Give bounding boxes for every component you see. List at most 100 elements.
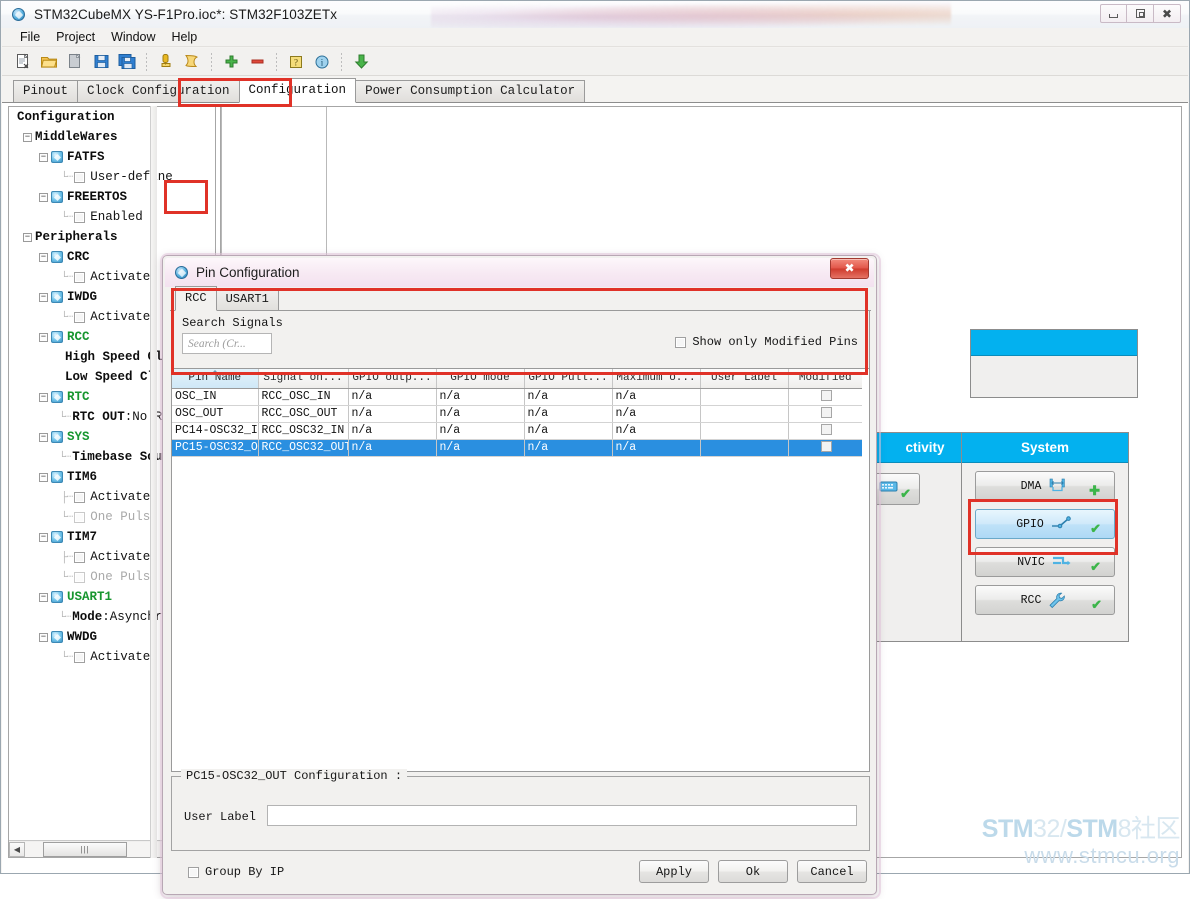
scroll-thumb[interactable]: ||| [43,841,127,857]
pins-table-container[interactable]: Pin Name Signal on... GPIO outp... GPIO … [171,368,870,772]
tree-item-fatfs-userdefined[interactable]: └┈ User-define [9,167,215,187]
ip-button-dma[interactable]: DMA ✚ [975,471,1115,501]
cell-user-label[interactable] [700,388,789,406]
show-only-modified-pins-row[interactable]: Show only Modified Pins [675,335,858,349]
tab-pinout[interactable]: Pinout [13,80,79,102]
cell-user-label[interactable] [700,422,789,440]
generate-report-icon[interactable] [155,51,177,73]
expander-icon[interactable]: − [39,532,48,542]
cell-modified[interactable] [788,422,862,440]
checkbox-modified[interactable] [821,390,833,402]
tree-item-freertos-enabled[interactable]: └┈ Enabled [9,207,215,227]
tree-item-freertos[interactable]: − FREERTOS [9,187,215,207]
column-header-gpio-output[interactable]: GPIO outp... [348,369,437,389]
ip-button-rcc[interactable]: RCC ✔ [975,585,1115,615]
menu-item-help[interactable]: Help [164,29,206,45]
tree-item-middlewares[interactable]: − MiddleWares [9,127,215,147]
table-row[interactable]: OSC_IN RCC_OSC_IN n/a n/a n/a n/a [172,388,862,406]
cell-user-label[interactable] [700,439,789,457]
about-icon[interactable]: i [311,51,333,73]
search-input[interactable]: Search (Cr... [182,333,272,354]
column-header-maximum-output[interactable]: Maximum o... [612,369,701,389]
expander-icon[interactable]: − [23,232,32,242]
open-project-icon[interactable] [38,51,60,73]
checkbox-group-by-ip[interactable] [188,866,199,878]
checkbox-enabled[interactable] [74,211,86,223]
column-label: Maximum o... [616,372,696,385]
expander-icon[interactable]: − [23,132,32,142]
expander-icon[interactable]: − [39,252,48,262]
table-row[interactable]: PC15-OSC32_OUT RCC_OSC32_OUT n/a n/a n/a… [172,439,862,457]
apply-button[interactable]: Apply [639,860,709,883]
expander-icon[interactable]: − [39,592,48,602]
dialog-tab-rcc[interactable]: RCC [175,286,217,311]
checkbox-activated[interactable] [74,311,86,323]
tab-power-consumption-calculator[interactable]: Power Consumption Calculator [355,80,586,102]
new-project-icon[interactable] [12,51,34,73]
checkbox-one-pulse-mode[interactable] [74,511,86,523]
maximize-button[interactable] [1127,4,1154,23]
column-header-pin-name[interactable]: Pin Name [172,369,259,389]
save-as-icon[interactable] [64,51,86,73]
peripheral-icon [51,151,63,163]
column-header-user-label[interactable]: User Label [700,369,789,389]
tab-configuration[interactable]: Configuration [238,78,357,103]
checkbox-activated[interactable] [74,271,86,283]
menu-item-file[interactable]: File [12,29,48,45]
update-download-icon[interactable] [350,51,372,73]
dialog-tab-usart1[interactable]: USART1 [215,288,279,310]
save-all-icon[interactable] [116,51,138,73]
expander-icon[interactable]: − [39,292,48,302]
checkbox-one-pulse-mode[interactable] [74,571,86,583]
cell-modified[interactable] [788,439,862,457]
column-label: GPIO Pull... [528,372,608,385]
ip-button-nvic[interactable]: NVIC ✔ [975,547,1115,577]
checkbox-activated[interactable] [74,651,86,663]
checkbox-modified[interactable] [821,407,833,419]
table-row[interactable]: PC14-OSC32_IN RCC_OSC32_IN n/a n/a n/a n… [172,422,862,440]
cancel-button[interactable]: Cancel [797,860,867,883]
expander-icon[interactable]: − [39,392,48,402]
menu-item-window[interactable]: Window [103,29,163,45]
cell-modified[interactable] [788,405,862,423]
tab-clock-configuration[interactable]: Clock Configuration [77,80,240,102]
close-button[interactable]: ✖ [1154,4,1181,23]
user-label-input[interactable] [267,805,857,826]
cell-modified[interactable] [788,388,862,406]
table-row[interactable]: OSC_OUT RCC_OSC_OUT n/a n/a n/a n/a [172,405,862,423]
checkbox-modified[interactable] [821,441,833,453]
expander-icon[interactable]: − [39,152,48,162]
generate-code-icon[interactable] [181,51,203,73]
ip-button-gpio[interactable]: GPIO ✔ [975,509,1115,539]
column-header-modified[interactable]: Modified [788,369,862,389]
checkbox-modified[interactable] [821,424,833,436]
tree-item-peripherals[interactable]: − Peripherals [9,227,215,247]
scroll-left-arrow-icon[interactable]: ◀ [9,841,25,857]
expander-icon[interactable]: − [39,632,48,642]
help-icon[interactable]: ? [285,51,307,73]
menu-item-project[interactable]: Project [48,29,103,45]
checkbox-activated[interactable] [74,491,86,503]
cell-user-label[interactable] [700,405,789,423]
minimize-button[interactable] [1100,4,1127,23]
group-by-ip-row[interactable]: Group By IP [188,865,284,879]
checkbox-user-defined[interactable] [74,171,86,183]
checkbox-show-only-modified[interactable] [675,336,687,348]
save-icon[interactable] [90,51,112,73]
zoom-in-icon[interactable] [220,51,242,73]
tree-vertical-scrollbar[interactable] [150,106,157,858]
column-header-signal-on[interactable]: Signal on... [258,369,349,389]
column-header-gpio-pull[interactable]: GPIO Pull... [524,369,613,389]
expander-icon[interactable]: − [39,432,48,442]
watermark-line-1: STM32/STM8社区 [982,817,1181,842]
expander-icon[interactable]: − [39,332,48,342]
column-header-gpio-mode[interactable]: GPIO mode [436,369,525,389]
dialog-close-button[interactable]: ✖ [830,258,869,279]
expander-icon[interactable]: − [39,472,48,482]
tree-item-fatfs[interactable]: − FATFS [9,147,215,167]
zoom-out-icon[interactable] [246,51,268,73]
ip-button-label: RCC [1020,593,1042,607]
expander-icon[interactable]: − [39,192,48,202]
ok-button[interactable]: Ok [718,860,788,883]
checkbox-activated[interactable] [74,551,86,563]
